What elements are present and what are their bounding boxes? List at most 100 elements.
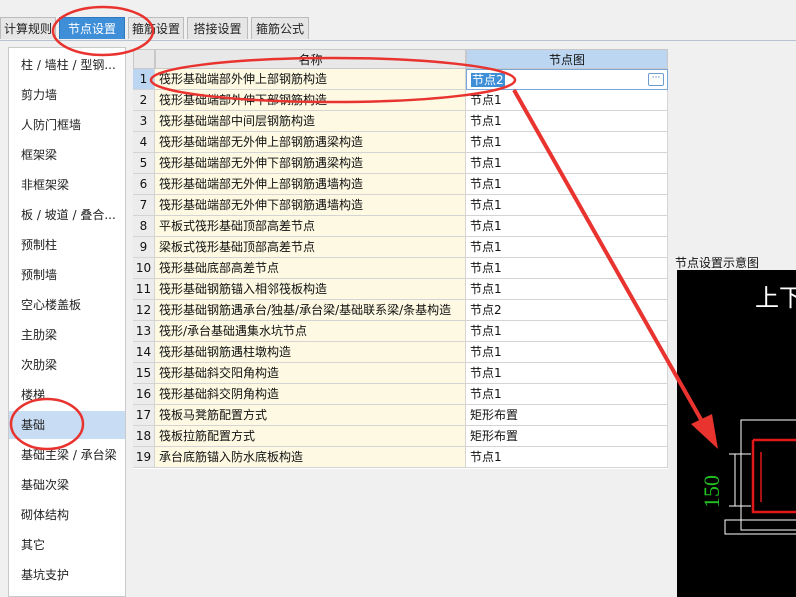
diagram-top-text: 上下 [755, 285, 796, 312]
row-node-cell[interactable]: 节点1 [466, 237, 668, 258]
tab-calc-rules[interactable]: 计算规则 [0, 17, 56, 39]
row-name-cell[interactable]: 筏形基础端部无外伸下部钢筋遇墙构造 [155, 195, 466, 216]
row-name-cell[interactable]: 筏形基础斜交阴角构造 [155, 384, 466, 405]
tab-stirrup-formula[interactable]: 箍筋公式 [251, 17, 309, 39]
table-row[interactable]: 1 筏形基础端部外伸上部钢筋构造 节点2 ··· [133, 69, 668, 90]
table-row[interactable]: 14 筏形基础钢筋遇柱墩构造 节点1 [133, 342, 668, 363]
sidebar-item-other[interactable]: 其它 [9, 531, 125, 559]
row-name-cell[interactable]: 筏形基础斜交阳角构造 [155, 363, 466, 384]
row-node-cell[interactable]: 节点1 [466, 174, 668, 195]
sidebar-item-pit-support[interactable]: 基坑支护 [9, 561, 125, 589]
row-node-cell[interactable]: 节点1 [466, 363, 668, 384]
sidebar-item-foundation[interactable]: 基础 [9, 411, 125, 439]
row-name-cell[interactable]: 平板式筏形基础顶部高差节点 [155, 216, 466, 237]
table-row[interactable]: 11 筏形基础钢筋锚入相邻筏板构造 节点1 [133, 279, 668, 300]
table-row[interactable]: 17 筏板马凳筋配置方式 矩形布置 [133, 405, 668, 426]
tab-node-settings[interactable]: 节点设置 [59, 17, 125, 39]
row-number: 17 [133, 405, 155, 426]
row-node-cell[interactable]: 节点1 [466, 132, 668, 153]
table-row[interactable]: 12 筏形基础钢筋遇承台/独基/承台梁/基础联系梁/条基构造 节点2 [133, 300, 668, 321]
table-row[interactable]: 18 筏板拉筋配置方式 矩形布置 [133, 426, 668, 447]
row-name-cell[interactable]: 筏形基础端部无外伸上部钢筋遇墙构造 [155, 174, 466, 195]
row-number: 7 [133, 195, 155, 216]
row-node-cell[interactable]: 节点1 [466, 342, 668, 363]
sidebar-item-foundation-main-beam[interactable]: 基础主梁 / 承台梁 [9, 441, 125, 469]
row-node-cell[interactable]: 节点1 [466, 216, 668, 237]
row-name-cell[interactable]: 筏形基础端部中间层钢筋构造 [155, 111, 466, 132]
row-node-cell[interactable]: 节点1 [466, 321, 668, 342]
corner-header [133, 49, 155, 69]
row-node-cell[interactable]: 矩形布置 [466, 405, 668, 426]
sidebar-item-slab[interactable]: 板 / 坡道 / 叠合... [9, 201, 125, 229]
cushion-outline [724, 519, 796, 535]
row-node-cell[interactable]: 节点1 [466, 111, 668, 132]
sidebar-item-shear-wall[interactable]: 剪力墙 [9, 81, 125, 109]
table-row[interactable]: 15 筏形基础斜交阳角构造 节点1 [133, 363, 668, 384]
row-node-cell[interactable]: 节点2 [466, 300, 668, 321]
row-node-cell[interactable]: 节点1 [466, 279, 668, 300]
row-number: 8 [133, 216, 155, 237]
row-node-cell[interactable]: 节点1 [466, 384, 668, 405]
row-name-cell[interactable]: 筏形/承台基础遇集水坑节点 [155, 321, 466, 342]
table-row[interactable]: 2 筏形基础端部外伸下部钢筋构造 节点1 [133, 90, 668, 111]
row-node-cell[interactable]: 节点1 [466, 195, 668, 216]
column-header-name[interactable]: 名称 [155, 49, 466, 69]
sidebar-item-non-frame-beam[interactable]: 非框架梁 [9, 171, 125, 199]
sidebar-item-main-rib-beam[interactable]: 主肋梁 [9, 321, 125, 349]
row-name-cell[interactable]: 筏形基础端部外伸下部钢筋构造 [155, 90, 466, 111]
row-name-cell[interactable]: 筏板拉筋配置方式 [155, 426, 466, 447]
table-row[interactable]: 10 筏形基础底部高差节点 节点1 [133, 258, 668, 279]
table-row[interactable]: 5 筏形基础端部无外伸下部钢筋遇梁构造 节点1 [133, 153, 668, 174]
tab-bar: 计算规则 节点设置 箍筋设置 搭接设置 箍筋公式 [0, 0, 796, 41]
table-row[interactable]: 19 承台底筋锚入防水底板构造 节点1 [133, 447, 668, 468]
node-value-editor[interactable]: 节点2 ··· [466, 69, 668, 90]
column-header-node-diagram[interactable]: 节点图 [466, 49, 668, 69]
row-number: 6 [133, 174, 155, 195]
sidebar-item-hollow-floor[interactable]: 空心楼盖板 [9, 291, 125, 319]
tab-stirrup-settings[interactable]: 箍筋设置 [128, 17, 184, 39]
table-row[interactable]: 6 筏形基础端部无外伸上部钢筋遇墙构造 节点1 [133, 174, 668, 195]
row-node-cell[interactable]: 节点1 [466, 447, 668, 468]
row-number: 5 [133, 153, 155, 174]
row-node-cell[interactable]: 节点1 [466, 90, 668, 111]
sidebar-item-frame-beam[interactable]: 框架梁 [9, 141, 125, 169]
sidebar-item-precast-column[interactable]: 预制柱 [9, 231, 125, 259]
table-row[interactable]: 9 梁板式筏形基础顶部高差节点 节点1 [133, 237, 668, 258]
row-number: 10 [133, 258, 155, 279]
row-node-cell[interactable]: 矩形布置 [466, 426, 668, 447]
sidebar-item-masonry[interactable]: 砌体结构 [9, 501, 125, 529]
row-number: 16 [133, 384, 155, 405]
sidebar-item-foundation-secondary-beam[interactable]: 基础次梁 [9, 471, 125, 499]
preview-title: 节点设置示意图 [675, 256, 760, 270]
sidebar-item-column[interactable]: 柱 / 墙柱 / 型钢... [9, 51, 125, 79]
sidebar-item-stairs[interactable]: 楼梯 [9, 381, 125, 409]
row-name-cell[interactable]: 筏形基础钢筋遇承台/独基/承台梁/基础联系梁/条基构造 [155, 300, 466, 321]
row-number: 18 [133, 426, 155, 447]
node-value-selected-text[interactable]: 节点2 [471, 73, 505, 87]
sidebar-item-precast-wall[interactable]: 预制墙 [9, 261, 125, 289]
row-name-cell[interactable]: 梁板式筏形基础顶部高差节点 [155, 237, 466, 258]
row-name-cell[interactable]: 筏形基础端部外伸上部钢筋构造 [155, 69, 466, 90]
row-number: 19 [133, 447, 155, 468]
row-name-cell[interactable]: 筏形基础底部高差节点 [155, 258, 466, 279]
sidebar-item-civil-defense-door-frame[interactable]: 人防门框墙 [9, 111, 125, 139]
table-row[interactable]: 3 筏形基础端部中间层钢筋构造 节点1 [133, 111, 668, 132]
tab-lap-settings[interactable]: 搭接设置 [187, 17, 248, 39]
table-row[interactable]: 16 筏形基础斜交阴角构造 节点1 [133, 384, 668, 405]
more-options-button[interactable]: ··· [648, 73, 664, 86]
table-row[interactable]: 4 筏形基础端部无外伸上部钢筋遇梁构造 节点1 [133, 132, 668, 153]
row-name-cell[interactable]: 筏形基础钢筋遇柱墩构造 [155, 342, 466, 363]
table-row[interactable]: 13 筏形/承台基础遇集水坑节点 节点1 [133, 321, 668, 342]
row-name-cell[interactable]: 筏形基础端部无外伸下部钢筋遇梁构造 [155, 153, 466, 174]
sidebar-item-secondary-rib-beam[interactable]: 次肋梁 [9, 351, 125, 379]
row-name-cell[interactable]: 承台底筋锚入防水底板构造 [155, 447, 466, 468]
row-node-cell[interactable]: 节点1 [466, 258, 668, 279]
table-row[interactable]: 7 筏形基础端部无外伸下部钢筋遇墙构造 节点1 [133, 195, 668, 216]
row-name-cell[interactable]: 筏形基础端部无外伸上部钢筋遇梁构造 [155, 132, 466, 153]
rebar-line [751, 440, 796, 514]
row-name-cell[interactable]: 筏形基础钢筋锚入相邻筏板构造 [155, 279, 466, 300]
table-row[interactable]: 8 平板式筏形基础顶部高差节点 节点1 [133, 216, 668, 237]
row-number: 13 [133, 321, 155, 342]
row-name-cell[interactable]: 筏板马凳筋配置方式 [155, 405, 466, 426]
row-node-cell[interactable]: 节点1 [466, 153, 668, 174]
